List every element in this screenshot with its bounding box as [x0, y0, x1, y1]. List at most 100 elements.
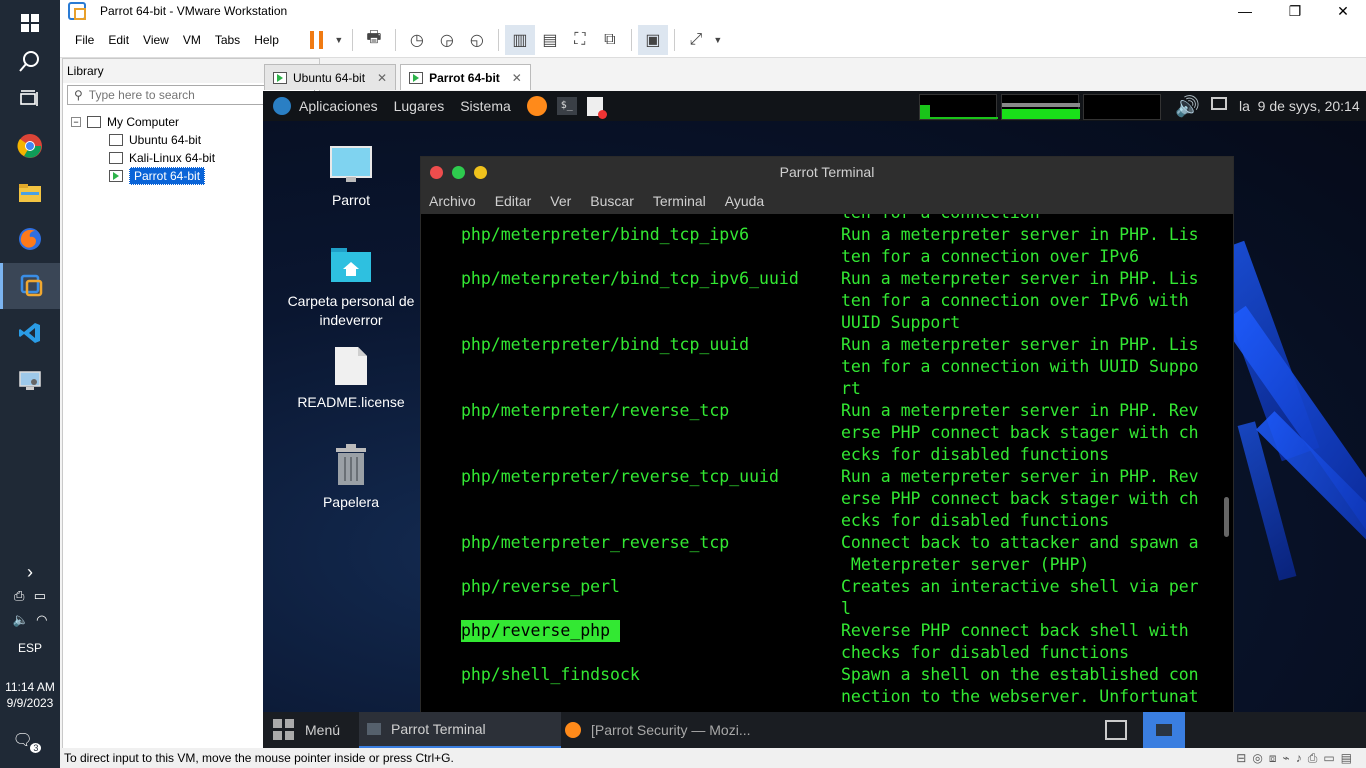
chevron-up-icon[interactable]: ›	[0, 562, 60, 583]
terminal-window[interactable]: Parrot Terminal Archivo Editar Ver Busca…	[420, 156, 1234, 713]
notification-button[interactable]: 🗨 3	[0, 730, 60, 753]
collapse-icon[interactable]: −	[71, 117, 81, 127]
clock-date[interactable]: 9/9/2023	[0, 696, 60, 710]
terminal-menu-terminal[interactable]: Terminal	[653, 193, 706, 209]
usb-icon[interactable]: ⌁	[1282, 751, 1295, 765]
menu-file[interactable]: File	[68, 33, 101, 47]
menu-aplicaciones[interactable]: Aplicaciones	[299, 98, 378, 114]
stretch-dropdown-icon[interactable]: ▼	[711, 25, 725, 55]
clock-time[interactable]: 11:14 AM	[0, 680, 60, 694]
tree-root-my-computer[interactable]: − My Computer	[71, 113, 179, 131]
desktop-icon-home[interactable]: Carpeta personal de indeverror	[281, 246, 421, 330]
terminal-payload-name[interactable]: php/meterpreter/reverse_tcp_uuid	[461, 466, 779, 488]
tree-item-kali[interactable]: Kali-Linux 64-bit	[109, 149, 215, 167]
snapshot-manager-icon[interactable]: ◵	[462, 25, 492, 55]
control-panel-icon[interactable]	[0, 357, 60, 403]
terminal-payload-name[interactable]: php/reverse_perl	[461, 576, 620, 598]
close-dot-icon[interactable]	[430, 166, 443, 179]
minimize-dot-icon[interactable]	[474, 166, 487, 179]
panel-clock[interactable]: la 9 de syys, 20:14	[1239, 98, 1360, 114]
unity-icon[interactable]: ⧉	[595, 25, 625, 55]
desktop-icon-readme[interactable]: README.license	[281, 346, 421, 410]
desktop-icon-trash[interactable]: Papelera	[281, 444, 421, 510]
chrome-icon[interactable]	[0, 123, 60, 169]
menu-help[interactable]: Help	[247, 33, 286, 47]
menu-vm[interactable]: VM	[176, 33, 208, 47]
vm-console[interactable]: Aplicaciones Lugares Sistema $_ 🔊 la 9 d…	[263, 91, 1366, 748]
wifi-icon[interactable]: ◠	[36, 612, 47, 627]
graph-bar	[920, 105, 930, 119]
task-firefox[interactable]: [Parrot Security — Mozi...	[565, 712, 750, 748]
printer-icon[interactable]: ⎙	[1308, 751, 1324, 765]
vm-tabs: Ubuntu 64-bit ✕ Parrot 64-bit ✕	[264, 64, 535, 90]
console-view-icon[interactable]: ▣	[637, 24, 668, 55]
network-adapter-icon[interactable]: ⧈	[1269, 751, 1283, 765]
snapshot-icon[interactable]: ◷	[402, 25, 432, 55]
minimize-button[interactable]: —	[1222, 0, 1268, 22]
task-parrot-terminal[interactable]: Parrot Terminal	[359, 712, 561, 748]
full-screen-icon[interactable]: ⛶	[565, 25, 595, 55]
battery-icon[interactable]: ▭	[34, 588, 46, 603]
menu-view[interactable]: View	[136, 33, 176, 47]
terminal-scrollbar[interactable]	[1224, 497, 1229, 537]
file-explorer-icon[interactable]	[0, 170, 60, 216]
terminal-menu-ver[interactable]: Ver	[550, 193, 571, 209]
terminal-payload-name[interactable]: php/meterpreter/bind_tcp_ipv6_uuid	[461, 268, 799, 290]
tab-close-icon[interactable]: ✕	[512, 71, 522, 85]
maximize-dot-icon[interactable]	[452, 166, 465, 179]
terminal-menu-editar[interactable]: Editar	[495, 193, 532, 209]
tree-item-parrot[interactable]: Parrot 64-bit	[109, 167, 206, 185]
display-icon[interactable]	[1211, 97, 1227, 110]
text-editor-launcher-icon[interactable]	[586, 96, 607, 119]
window-title: Parrot 64-bit - VMware Workstation	[100, 4, 288, 18]
menu-sistema[interactable]: Sistema	[460, 98, 511, 114]
hdd-icon[interactable]: ⊟	[1236, 751, 1252, 765]
display-icon[interactable]: ▭	[1323, 751, 1340, 765]
terminal-payload-name[interactable]: php/meterpreter/bind_tcp_ipv6	[461, 224, 749, 246]
pause-dropdown-icon[interactable]: ▼	[332, 25, 346, 55]
firefox-launcher-icon[interactable]	[526, 96, 547, 116]
show-library-icon[interactable]: ▥	[504, 24, 535, 55]
terminal-payload-name[interactable]: php/meterpreter/bind_tcp_uuid	[461, 334, 749, 356]
network-icon[interactable]: ⎙	[14, 588, 24, 603]
terminal-payload-name[interactable]: php/meterpreter/reverse_tcp	[461, 400, 729, 422]
desktop-icon-parrot[interactable]: Parrot	[281, 146, 421, 208]
stretch-icon[interactable]: ⤢	[681, 25, 711, 55]
sound-icon[interactable]: ♪	[1296, 751, 1308, 765]
language-indicator[interactable]: ESP	[0, 641, 60, 655]
terminal-menu-archivo[interactable]: Archivo	[429, 193, 476, 209]
task-view-icon[interactable]	[0, 76, 60, 122]
parrot-logo-icon[interactable]	[273, 97, 291, 115]
send-ctrl-alt-del-icon[interactable]: 🖶	[359, 25, 389, 55]
workspace-switcher-icon[interactable]	[1105, 712, 1127, 748]
volume-icon[interactable]: 🔈	[13, 612, 29, 627]
show-desktop-button[interactable]	[1143, 712, 1185, 748]
terminal-menu-ayuda[interactable]: Ayuda	[725, 193, 764, 209]
revert-snapshot-icon[interactable]: ◶	[432, 25, 462, 55]
tab-close-icon[interactable]: ✕	[377, 71, 387, 85]
cdrom-icon[interactable]: ◎	[1252, 751, 1268, 765]
vscode-icon[interactable]	[0, 310, 60, 356]
menu-edit[interactable]: Edit	[101, 33, 136, 47]
tab-ubuntu[interactable]: Ubuntu 64-bit ✕	[264, 64, 397, 90]
terminal-menu-buscar[interactable]: Buscar	[590, 193, 634, 209]
close-button[interactable]: ✕	[1320, 0, 1366, 22]
firefox-icon[interactable]	[0, 216, 60, 262]
pause-icon[interactable]	[302, 25, 332, 55]
vmware-taskbar-icon[interactable]	[0, 263, 60, 309]
terminal-launcher-icon[interactable]: $_	[556, 97, 577, 115]
terminal-output[interactable]: ten for a connection php/meterpreter/bind…	[421, 214, 1221, 714]
maximize-button[interactable]: ❐	[1272, 0, 1318, 22]
tree-item-ubuntu[interactable]: Ubuntu 64-bit	[109, 131, 201, 149]
tab-parrot[interactable]: Parrot 64-bit ✕	[400, 64, 531, 90]
terminal-selected-payload[interactable]: php/reverse_php	[461, 620, 620, 642]
menu-tabs[interactable]: Tabs	[208, 33, 247, 47]
terminal-payload-name[interactable]: php/meterpreter_reverse_tcp	[461, 532, 729, 554]
menu-lugares[interactable]: Lugares	[394, 98, 445, 114]
message-icon[interactable]: ▤	[1341, 751, 1358, 765]
terminal-payload-description: ecks for disabled functions	[841, 511, 1110, 530]
menu-button[interactable]: Menú	[273, 712, 340, 748]
thumbnail-bar-icon[interactable]: ▤	[535, 25, 565, 55]
volume-icon[interactable]: 🔊	[1175, 94, 1200, 119]
terminal-payload-name[interactable]: php/shell_findsock	[461, 664, 640, 686]
